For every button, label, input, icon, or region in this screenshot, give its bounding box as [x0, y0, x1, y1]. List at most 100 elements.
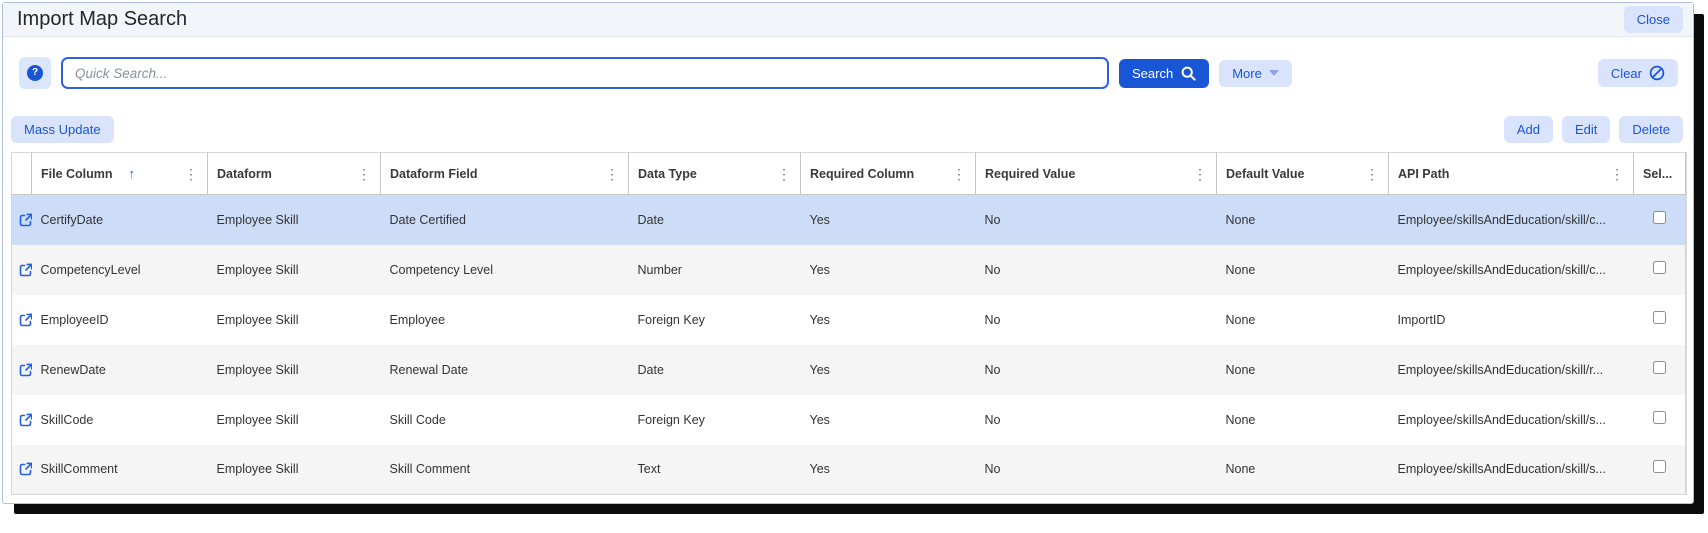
cell-file-column: EmployeeID	[40, 312, 109, 327]
column-menu-icon[interactable]: ⋮	[952, 167, 966, 181]
cell-required-column: Yes	[809, 212, 830, 227]
column-label: API Path	[1398, 166, 1450, 181]
external-link-icon[interactable]	[12, 345, 32, 395]
table-scrollbar-track[interactable]	[1686, 152, 1687, 495]
external-link-icon[interactable]	[12, 195, 32, 245]
column-header-data-type[interactable]: Data Type ⋮	[628, 152, 801, 195]
chevron-down-icon	[1268, 70, 1279, 76]
column-header-select[interactable]: Sel...	[1633, 152, 1686, 195]
column-menu-icon[interactable]: ⋮	[1610, 167, 1624, 181]
sort-ascending-icon[interactable]: ↑	[129, 166, 136, 181]
column-header-api-path[interactable]: API Path ⋮	[1388, 152, 1634, 195]
mass-update-button[interactable]: Mass Update	[11, 116, 114, 143]
results-table: File Column ↑ ⋮ Dataform ⋮ Dataform Field…	[11, 152, 1686, 495]
column-menu-icon[interactable]: ⋮	[1365, 167, 1379, 181]
row-select-checkbox[interactable]	[1652, 310, 1666, 324]
cell-select	[1634, 395, 1686, 445]
delete-button[interactable]: Delete	[1619, 116, 1683, 143]
cell-data-type: Number	[637, 262, 682, 277]
external-link-icon[interactable]	[12, 445, 32, 495]
cell-file-column: SkillCode	[40, 412, 94, 427]
cell-required-value: No	[984, 362, 1001, 377]
table-row[interactable]: SkillCode Employee Skill Skill Code Foreign…	[12, 395, 1686, 445]
cell-api-path: Employee/skillsAndEducation/skill/c...	[1397, 212, 1606, 227]
cell-dataform: Employee Skill	[216, 312, 299, 327]
row-select-checkbox[interactable]	[1652, 360, 1666, 374]
cell-file-column: CompetencyLevel	[40, 262, 141, 277]
search-row: ? Search More Clear	[19, 57, 1678, 89]
import-map-search-dialog: Import Map Search Close ? Search More Cl…	[2, 2, 1694, 504]
cell-required-column: Yes	[809, 362, 830, 377]
column-header-icon	[11, 152, 32, 195]
column-menu-icon[interactable]: ⋮	[357, 167, 371, 181]
cell-dataform-field: Skill Code	[389, 412, 446, 427]
column-menu-icon[interactable]: ⋮	[777, 167, 791, 181]
quick-search-input[interactable]	[61, 57, 1109, 89]
external-link-icon[interactable]	[12, 395, 32, 445]
column-label: Dataform Field	[390, 166, 478, 181]
cell-required-value: No	[984, 212, 1001, 227]
page-title: Import Map Search	[17, 8, 188, 30]
cell-dataform-field: Competency Level	[389, 262, 494, 277]
title-bar: Import Map Search Close	[3, 3, 1693, 37]
add-button[interactable]: Add	[1503, 116, 1554, 143]
table-row[interactable]: CertifyDate Employee Skill Date Certified D…	[11, 194, 1686, 245]
column-label: Default Value	[1226, 166, 1305, 181]
column-header-dataform[interactable]: Dataform ⋮	[207, 152, 381, 195]
cell-select	[1634, 245, 1686, 295]
cell-api-path: Employee/skillsAndEducation/skill/r...	[1397, 362, 1604, 377]
cell-select	[1634, 345, 1686, 395]
row-select-checkbox[interactable]	[1652, 260, 1666, 274]
cell-data-type: Date	[637, 212, 664, 227]
question-icon: ?	[27, 65, 43, 81]
cell-dataform: Employee Skill	[216, 412, 299, 427]
column-header-file-column[interactable]: File Column ↑ ⋮	[31, 152, 208, 195]
cell-required-column: Yes	[809, 262, 830, 277]
record-action-buttons: Add Edit Delete	[1503, 116, 1683, 143]
table-row[interactable]: SkillComment Employee Skill Skill Comment T…	[11, 444, 1686, 495]
row-select-checkbox[interactable]	[1652, 210, 1666, 224]
column-header-dataform-field[interactable]: Dataform Field ⋮	[380, 152, 629, 195]
cell-dataform-field: Employee	[389, 312, 446, 327]
table-row[interactable]: CompetencyLevel Employee Skill Competency …	[11, 244, 1686, 295]
search-icon	[1181, 66, 1196, 81]
cell-data-type: Foreign Key	[637, 312, 705, 327]
help-button[interactable]: ?	[19, 57, 51, 89]
cell-dataform: Employee Skill	[216, 212, 299, 227]
external-link-icon[interactable]	[12, 295, 32, 345]
table-row[interactable]: RenewDate Employee Skill Renewal Date Date Y…	[11, 344, 1686, 395]
cell-select	[1634, 295, 1686, 345]
edit-button[interactable]: Edit	[1562, 116, 1611, 143]
column-header-required-column[interactable]: Required Column ⋮	[800, 152, 976, 195]
more-button[interactable]: More	[1219, 59, 1292, 87]
column-menu-icon[interactable]: ⋮	[605, 167, 619, 181]
cell-required-value: No	[984, 312, 1001, 327]
row-select-checkbox[interactable]	[1652, 410, 1666, 424]
ban-icon	[1649, 65, 1665, 81]
more-button-label: More	[1232, 65, 1262, 81]
cell-dataform-field: Date Certified	[389, 212, 466, 227]
cell-default-value: None	[1225, 462, 1256, 477]
column-header-required-value[interactable]: Required Value ⋮	[975, 152, 1217, 195]
column-header-default-value[interactable]: Default Value ⋮	[1216, 152, 1389, 195]
cell-select	[1634, 195, 1686, 245]
cell-file-column: CertifyDate	[40, 212, 104, 227]
cell-dataform-field: Renewal Date	[389, 362, 469, 377]
cell-file-column: RenewDate	[40, 362, 106, 377]
close-button[interactable]: Close	[1623, 6, 1683, 33]
external-link-icon[interactable]	[12, 245, 32, 295]
results-table-wrap: File Column ↑ ⋮ Dataform ⋮ Dataform Field…	[11, 152, 1687, 495]
column-menu-icon[interactable]: ⋮	[1193, 167, 1207, 181]
column-label: Required Value	[985, 166, 1076, 181]
table-row[interactable]: EmployeeID Employee Skill Employee Foreign …	[12, 295, 1686, 345]
column-menu-icon[interactable]: ⋮	[184, 167, 198, 181]
cell-data-type: Text	[637, 462, 661, 477]
cell-api-path: ImportID	[1397, 312, 1446, 327]
cell-required-value: No	[984, 462, 1001, 477]
cell-required-column: Yes	[809, 412, 830, 427]
row-select-checkbox[interactable]	[1652, 460, 1666, 474]
cell-dataform: Employee Skill	[216, 362, 299, 377]
cell-default-value: None	[1225, 312, 1256, 327]
search-button[interactable]: Search	[1119, 58, 1210, 88]
clear-button[interactable]: Clear	[1597, 59, 1678, 87]
